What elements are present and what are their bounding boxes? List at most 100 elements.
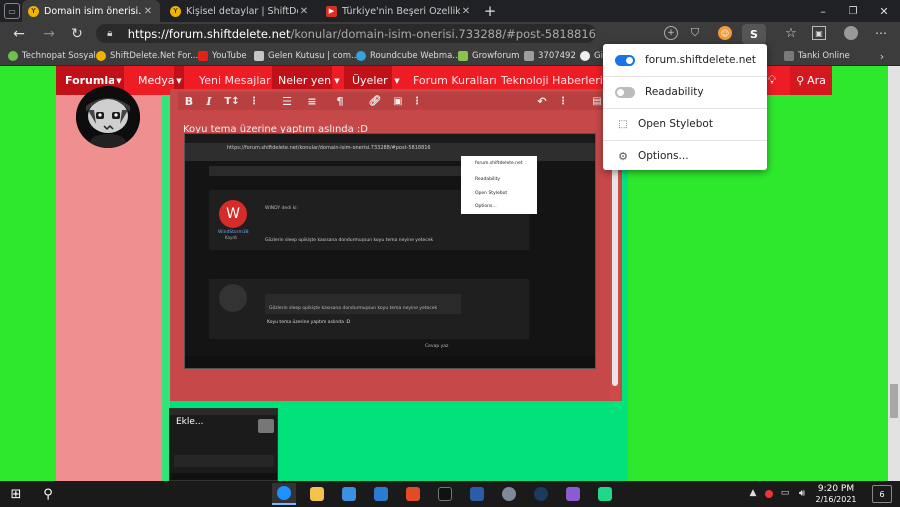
close-tab-icon[interactable]: ✕: [298, 6, 310, 17]
windows-start-icon[interactable]: ⊞: [4, 483, 28, 505]
search-icon: ⚲: [796, 74, 805, 87]
bookmark-roundcube[interactable]: Roundcube Webma...: [356, 46, 460, 66]
clock-time[interactable]: 9:20 PM: [812, 484, 860, 494]
text-size-icon[interactable]: T↕: [221, 92, 243, 110]
open-stylebot-item[interactable]: ⬚ Open Stylebot: [603, 116, 767, 132]
notification-center-icon[interactable]: 6: [872, 485, 892, 503]
favorites-icon[interactable]: ☆: [784, 26, 798, 41]
link-icon[interactable]: 🔗︎: [368, 92, 382, 110]
more-icon[interactable]: ⋯: [874, 25, 888, 41]
divider: [603, 108, 767, 109]
reload-icon[interactable]: ↻: [68, 25, 86, 43]
network-icon[interactable]: ▭: [778, 485, 792, 501]
more-options-icon[interactable]: ⋮: [558, 92, 568, 110]
tab-turkiye-beseri[interactable]: ▶ Türkiye'nin Beşeri Özellikleri (Yav ✕: [320, 0, 478, 22]
tab-domain-isim[interactable]: Y Domain isim önerisi. | ShiftDelete ✕: [22, 0, 160, 22]
mail-icon[interactable]: [369, 483, 393, 505]
add-icon[interactable]: +: [664, 26, 678, 40]
visual-studio-icon[interactable]: [561, 483, 585, 505]
bookmark-3707492[interactable]: 3707492: [524, 46, 576, 66]
user-avatar[interactable]: [76, 86, 140, 148]
site-name: forum.shiftdelete.net: [645, 54, 756, 66]
attachment-thumbnail[interactable]: Ekle...: [169, 408, 278, 481]
tray-app-icon[interactable]: [765, 490, 773, 498]
tab-kisisel-detaylar[interactable]: Y Kişisel detaylar | ShiftDelete.Net ✕: [164, 0, 316, 22]
embedded-url: https://forum.shiftdelete.net/konular/do…: [227, 145, 431, 151]
forward-icon[interactable]: →: [40, 25, 58, 43]
undo-icon[interactable]: ↶: [535, 92, 549, 110]
chevron-right-icon[interactable]: ›: [876, 48, 888, 64]
tracking-prevention-icon[interactable]: ⛉: [688, 26, 702, 40]
image-icon[interactable]: ▣: [391, 92, 405, 110]
powershell-icon[interactable]: [465, 483, 489, 505]
steam-icon[interactable]: [529, 483, 553, 505]
tray-chevron-up-icon[interactable]: ▲: [746, 485, 760, 501]
close-tab-icon[interactable]: ✕: [142, 6, 154, 17]
close-tab-icon[interactable]: ✕: [460, 6, 472, 17]
list-icon[interactable]: ☰: [278, 92, 296, 110]
page-scrollbar[interactable]: [888, 66, 900, 481]
github-icon: [580, 51, 590, 61]
youtube-favicon-icon: ▶: [326, 5, 337, 17]
technopat-icon: [8, 51, 18, 61]
stylebot-popup: forum.shiftdelete.net Readability ⬚ Open…: [603, 44, 767, 170]
embedded-post-button: Cevap yaz: [425, 344, 449, 349]
paragraph-icon[interactable]: ¶: [331, 92, 349, 110]
url-host: https://forum.shiftdelete.net: [127, 26, 291, 41]
divider: [603, 140, 767, 141]
edge-taskbar-icon[interactable]: [272, 483, 296, 505]
site-toggle-row[interactable]: forum.shiftdelete.net: [603, 52, 767, 68]
search-icon[interactable]: ⚲: [36, 483, 60, 505]
align-icon[interactable]: ≡: [303, 92, 321, 110]
more-options-icon[interactable]: ⋮: [412, 92, 422, 110]
roundcube-icon: [356, 51, 366, 61]
stylebot-icon[interactable]: S: [742, 24, 766, 44]
store-icon[interactable]: [337, 483, 361, 505]
search-button[interactable]: ⚲ Ara: [790, 66, 832, 95]
volume-icon[interactable]: 🔊︎: [795, 485, 809, 501]
lock-icon[interactable]: 🔒︎: [104, 28, 116, 40]
back-icon[interactable]: ←: [10, 25, 28, 43]
new-tab-icon[interactable]: +: [482, 2, 498, 20]
bookmark-shiftdelete[interactable]: ShiftDelete.Net For...: [96, 46, 198, 66]
site-toggle[interactable]: [615, 54, 635, 66]
more-options-icon[interactable]: ⋮: [249, 92, 259, 110]
embedded-rank: Kayıtlı: [225, 235, 238, 240]
italic-icon[interactable]: I: [203, 92, 215, 110]
extension-face-icon[interactable]: ☺: [718, 26, 732, 40]
clock-date[interactable]: 2/16/2021: [812, 495, 860, 504]
tanki-icon: [784, 51, 794, 61]
shiftdelete-icon: [96, 51, 106, 61]
embedded-quote-box: [265, 294, 461, 314]
readability-row[interactable]: Readability: [603, 84, 767, 100]
maximize-button[interactable]: ❐: [838, 0, 868, 22]
collections-icon[interactable]: ▣: [812, 26, 826, 40]
growforum-icon: [458, 51, 468, 61]
profile-avatar[interactable]: [844, 26, 858, 40]
bookmark-growforum[interactable]: Growforum: [458, 46, 519, 66]
address-bar[interactable]: 🔒︎ https://forum.shiftdelete.net/konular…: [96, 24, 596, 43]
close-window-button[interactable]: ✕: [868, 0, 900, 22]
nav-medya[interactable]: Medya: [132, 66, 175, 95]
embedded-avatar: W: [219, 200, 247, 228]
app-icon[interactable]: [497, 483, 521, 505]
pycharm-icon[interactable]: [593, 483, 617, 505]
bookmark-github[interactable]: Gi: [580, 46, 603, 66]
embedded-screenshot[interactable]: https://forum.shiftdelete.net/konular/do…: [184, 133, 596, 369]
cursor-select-icon: ⬚: [618, 118, 628, 130]
bookmark-youtube[interactable]: YouTube: [198, 46, 247, 66]
embedded-reply-text: Koyu tema üzerine yaptım aslında :D: [267, 320, 351, 325]
toggle-bbcode-icon[interactable]: ▤: [591, 92, 603, 110]
embedded-quote: Gözlerin sleep opikişte kasısana dondurm…: [269, 306, 438, 311]
minimize-button[interactable]: –: [808, 0, 838, 22]
tab-actions-icon[interactable]: ▭: [4, 3, 20, 19]
readability-toggle[interactable]: [615, 86, 635, 98]
terminal-icon[interactable]: [433, 483, 457, 505]
bookmark-tanki-online[interactable]: Tanki Online: [784, 46, 850, 66]
bold-icon[interactable]: B: [183, 92, 195, 110]
bookmark-technopat[interactable]: Technopat Sosyal: [8, 46, 96, 66]
office-icon[interactable]: [401, 483, 425, 505]
options-item[interactable]: ⚙ Options...: [603, 148, 767, 164]
bookmark-gelen-kutusu[interactable]: Gelen Kutusu | com...: [254, 46, 359, 66]
file-explorer-icon[interactable]: [305, 483, 329, 505]
